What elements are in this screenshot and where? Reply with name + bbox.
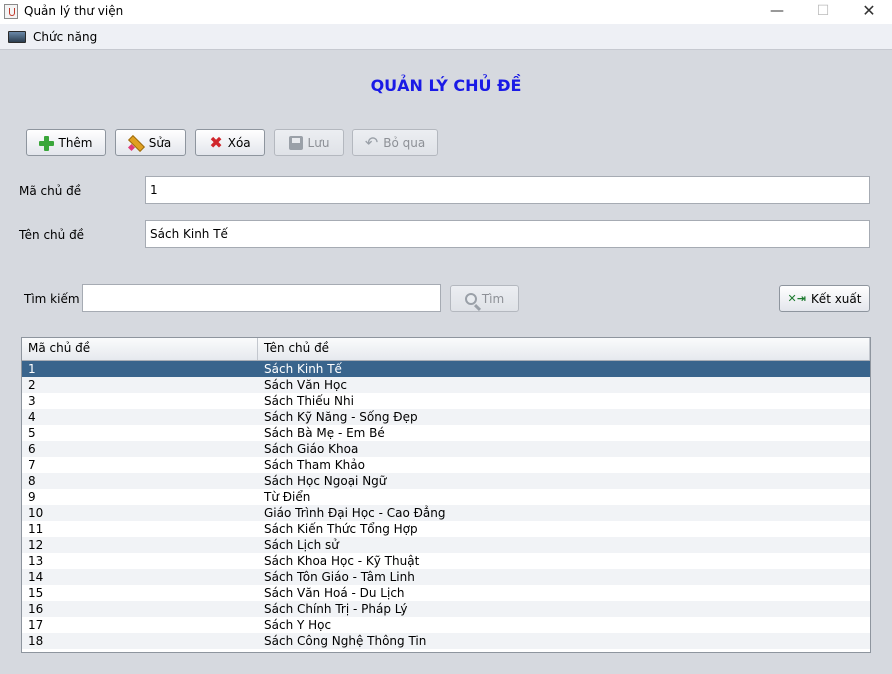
delete-button[interactable]: ✖ Xóa [195, 129, 265, 156]
plus-icon [39, 135, 55, 151]
pencil-icon [130, 136, 144, 150]
maximize-button[interactable]: ☐ [800, 0, 846, 24]
table-row[interactable]: 8 Sách Học Ngoại Ngữ [22, 473, 870, 489]
table-row[interactable]: 16 Sách Chính Trị - Pháp Lý [22, 601, 870, 617]
table-row[interactable]: 3 Sách Thiếu Nhi [22, 393, 870, 409]
java-app-icon [4, 4, 18, 19]
delete-button-label: Xóa [227, 135, 251, 150]
table-row[interactable]: 7 Sách Tham Khảo [22, 457, 870, 473]
cell-topic-name: Sách Kỹ Năng - Sống Đẹp [264, 410, 418, 424]
cancel-button-label: Bỏ qua [383, 135, 426, 150]
save-button-label: Lưu [307, 135, 330, 150]
cell-topic-id: 15 [28, 586, 44, 600]
table-row[interactable]: 10 Giáo Trình Đại Học - Cao Đẳng [22, 505, 870, 521]
edit-button-label: Sửa [148, 135, 172, 150]
cell-topic-id: 14 [28, 570, 44, 584]
table-header: Mã chủ đề Tên chủ đề [22, 338, 870, 361]
table-row[interactable]: 12 Sách Lịch sử [22, 537, 870, 553]
cell-topic-id: 11 [28, 522, 44, 536]
excel-export-icon: ✕⇥ [787, 292, 806, 305]
magnifier-icon [464, 292, 477, 305]
cell-topic-name: Sách Học Ngoại Ngữ [264, 474, 387, 488]
cell-topic-name: Sách Văn Hoá - Du Lịch [264, 586, 405, 600]
search-input[interactable] [82, 284, 441, 312]
table-row[interactable]: 9 Từ Điển [22, 489, 870, 505]
cell-topic-name: Từ Điển [264, 490, 311, 504]
delete-x-icon: ✖ [209, 132, 223, 152]
topic-id-field[interactable] [145, 176, 870, 204]
cell-topic-id: 13 [28, 554, 44, 568]
cell-topic-name: Sách Khoa Học - Kỹ Thuật [264, 554, 420, 568]
table-row[interactable]: 18 Sách Công Nghệ Thông Tin [22, 633, 870, 649]
monitor-icon [8, 31, 26, 43]
cell-topic-id: 5 [28, 426, 36, 440]
minimize-button[interactable]: — [754, 0, 800, 24]
cell-topic-id: 17 [28, 618, 44, 632]
table-row[interactable]: 14 Sách Tôn Giáo - Tâm Linh [22, 569, 870, 585]
cell-topic-name: Sách Giáo Khoa [264, 442, 359, 456]
topic-name-field[interactable] [145, 220, 870, 248]
cell-topic-id: 16 [28, 602, 44, 616]
export-button[interactable]: ✕⇥ Kết xuất [779, 285, 870, 312]
table-row[interactable]: 2 Sách Văn Học [22, 377, 870, 393]
cell-topic-id: 10 [28, 506, 44, 520]
topic-id-label: Mã chủ đề [19, 184, 82, 198]
page-title: QUẢN LÝ CHỦ ĐỀ [370, 76, 522, 95]
menu-item-label: Chức năng [33, 30, 98, 44]
cell-topic-id: 12 [28, 538, 44, 552]
edit-button[interactable]: Sửa [115, 129, 186, 156]
column-header-topic-id[interactable]: Mã chủ đề [22, 338, 258, 360]
topic-name-label: Tên chủ đề [19, 228, 85, 242]
cell-topic-id: 2 [28, 378, 36, 392]
menu-bar: Chức năng [0, 24, 892, 50]
cell-topic-name: Sách Lịch sử [264, 538, 339, 552]
cell-topic-name: Sách Y Học [264, 618, 332, 632]
menu-item-chuc-nang[interactable]: Chức năng [8, 28, 97, 46]
table-row[interactable]: 13 Sách Khoa Học - Kỹ Thuật [22, 553, 870, 569]
cell-topic-id: 1 [28, 362, 36, 376]
table-row[interactable]: 1 Sách Kinh Tế [22, 361, 870, 377]
table-row[interactable]: 4 Sách Kỹ Năng - Sống Đẹp [22, 409, 870, 425]
table-row[interactable]: 15 Sách Văn Hoá - Du Lịch [22, 585, 870, 601]
column-header-topic-name[interactable]: Tên chủ đề [258, 338, 870, 360]
cell-topic-name: Sách Bà Mẹ - Em Bé [264, 426, 385, 440]
cancel-button[interactable]: ↶ Bỏ qua [352, 129, 438, 156]
table-row[interactable]: 5 Sách Bà Mẹ - Em Bé [22, 425, 870, 441]
search-button-label: Tìm [481, 291, 505, 306]
floppy-disk-icon [288, 135, 303, 150]
cell-topic-name: Sách Tham Khảo [264, 458, 365, 472]
table-body: 1 Sách Kinh Tế 2 Sách Văn Học 3 Sách Thiếu Nh… [22, 361, 870, 649]
window-title: Quản lý thư viện [24, 4, 124, 18]
close-button[interactable]: ✕ [846, 0, 892, 24]
topics-table[interactable]: Mã chủ đề Tên chủ đề 1 Sách Kinh Tế 2 Sách … [21, 337, 871, 653]
cell-topic-id: 4 [28, 410, 36, 424]
search-label: Tìm kiếm [24, 292, 80, 306]
add-button-label: Thêm [58, 135, 93, 150]
cell-topic-id: 8 [28, 474, 36, 488]
cell-topic-id: 18 [28, 634, 44, 648]
cell-topic-name: Sách Tôn Giáo - Tâm Linh [264, 570, 415, 584]
table-row[interactable]: 11 Sách Kiến Thức Tổng Hợp [22, 521, 870, 537]
cell-topic-name: Giáo Trình Đại Học - Cao Đẳng [264, 506, 446, 520]
save-button[interactable]: Lưu [274, 129, 344, 156]
title-bar: Quản lý thư viện — ☐ ✕ [0, 0, 892, 24]
undo-arrow-icon: ↶ [364, 132, 379, 152]
table-row[interactable]: 6 Sách Giáo Khoa [22, 441, 870, 457]
cell-topic-name: Sách Văn Học [264, 378, 347, 392]
cell-topic-id: 3 [28, 394, 36, 408]
table-row[interactable]: 17 Sách Y Học [22, 617, 870, 633]
add-button[interactable]: Thêm [26, 129, 106, 156]
cell-topic-id: 6 [28, 442, 36, 456]
cell-topic-name: Sách Kinh Tế [264, 362, 342, 376]
cell-topic-name: Sách Thiếu Nhi [264, 394, 354, 408]
cell-topic-name: Sách Kiến Thức Tổng Hợp [264, 522, 418, 536]
cell-topic-name: Sách Công Nghệ Thông Tin [264, 634, 427, 648]
cell-topic-name: Sách Chính Trị - Pháp Lý [264, 602, 408, 616]
export-button-label: Kết xuất [810, 291, 862, 306]
search-button[interactable]: Tìm [450, 285, 519, 312]
cell-topic-id: 9 [28, 490, 36, 504]
cell-topic-id: 7 [28, 458, 36, 472]
